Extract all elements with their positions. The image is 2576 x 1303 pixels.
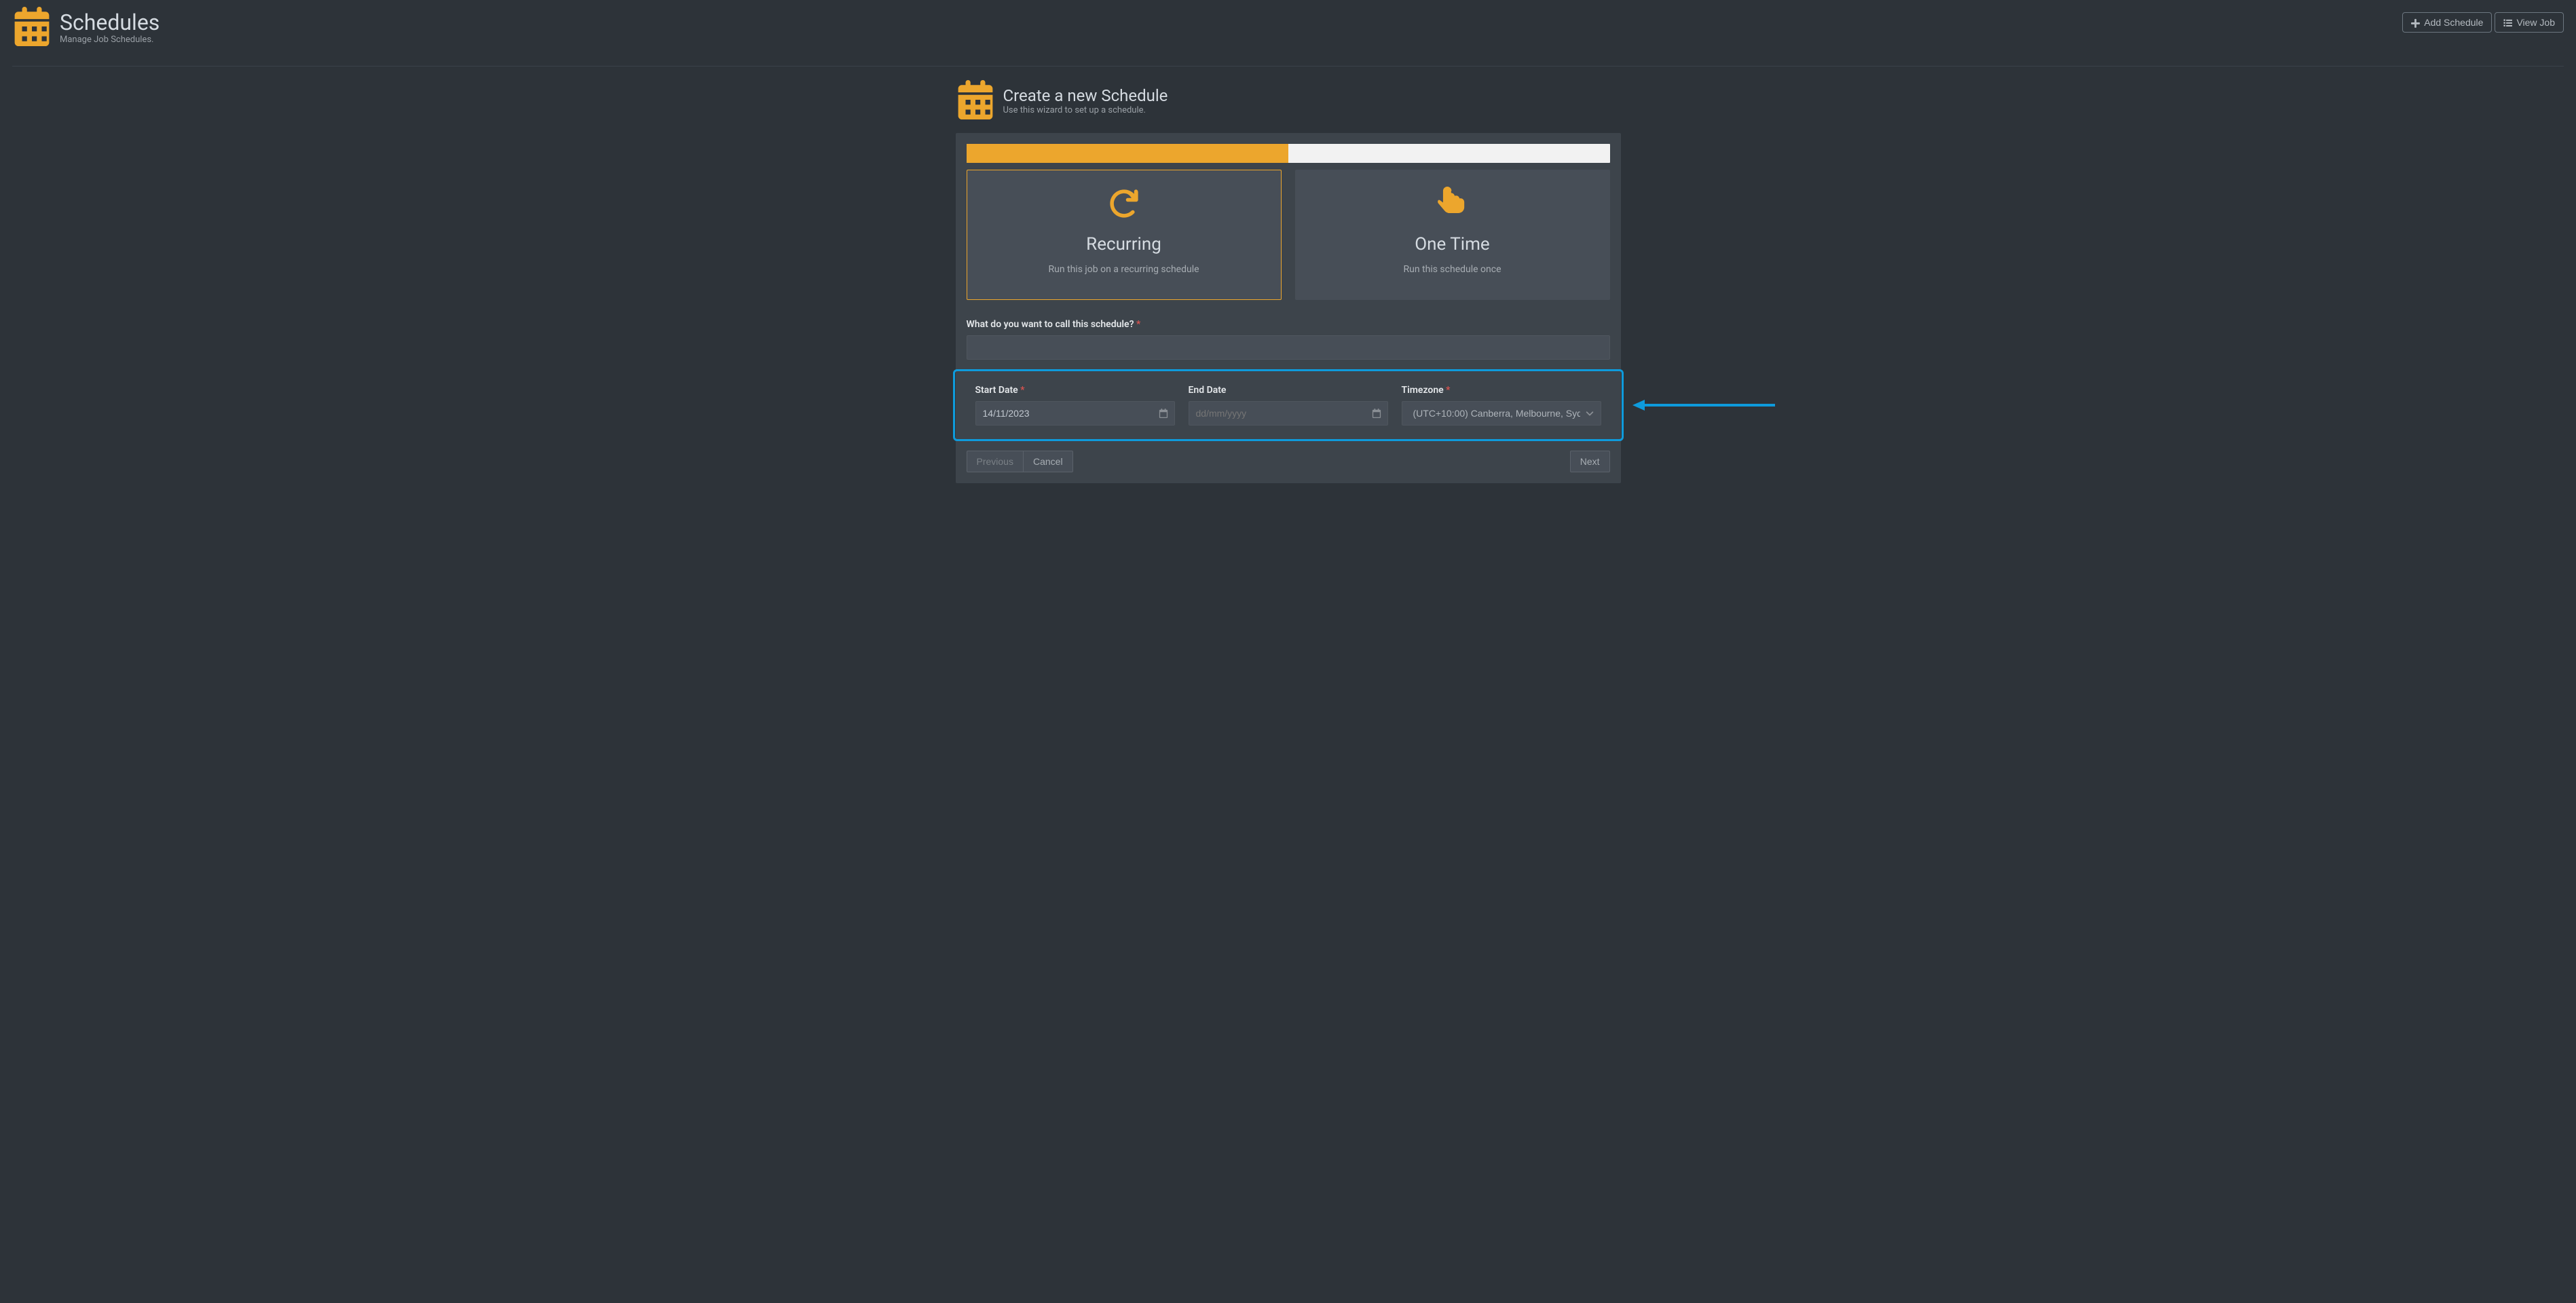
add-schedule-label: Add Schedule [2424,17,2483,28]
previous-button[interactable]: Previous [967,451,1024,472]
calendar-icon [956,80,995,122]
header-buttons: Add Schedule View Job [2402,12,2564,33]
required-marker: * [1136,319,1140,330]
next-button[interactable]: Next [1570,451,1610,472]
timezone-select[interactable]: (UTC+10:00) Canberra, Melbourne, Sydney [1402,401,1601,426]
start-date-input[interactable] [975,401,1175,426]
end-date-label: End Date [1189,385,1388,396]
page-header: Schedules Manage Job Schedules. Add Sche… [12,7,2564,67]
view-job-label: View Job [2516,17,2555,28]
arrow-annotation [1632,398,1775,412]
option-recurring-desc: Run this job on a recurring schedule [978,264,1270,275]
title-block: Schedules Manage Job Schedules. [12,7,160,49]
option-onetime-desc: Run this schedule once [1307,264,1599,275]
required-marker: * [1446,385,1450,396]
cancel-button[interactable]: Cancel [1024,451,1073,472]
page-subtitle: Manage Job Schedules. [60,35,160,45]
option-recurring-title: Recurring [978,234,1270,254]
view-job-button[interactable]: View Job [2495,12,2564,33]
page-title: Schedules [60,11,160,35]
add-schedule-button[interactable]: Add Schedule [2402,12,2492,33]
option-onetime[interactable]: One Time Run this schedule once [1295,170,1610,300]
option-recurring[interactable]: Recurring Run this job on a recurring sc… [967,170,1282,300]
timezone-label: Timezone * [1402,385,1601,396]
wizard-subtitle: Use this wizard to set up a schedule. [1003,105,1168,115]
wizard-title: Create a new Schedule [1003,87,1168,105]
end-date-input[interactable] [1189,401,1388,426]
required-marker: * [1020,385,1024,396]
start-date-label: Start Date * [975,385,1175,396]
hand-pointer-icon [1438,212,1468,223]
plus-icon [2411,18,2420,27]
progress-bar [967,144,1610,163]
wizard-header: Create a new Schedule Use this wizard to… [956,80,1621,122]
option-onetime-title: One Time [1307,234,1599,254]
calendar-icon [12,7,52,49]
wizard-panel: Recurring Run this job on a recurring sc… [956,133,1621,483]
progress-fill [967,144,1288,163]
highlight-box: Start Date * End Date [953,369,1624,441]
rotate-icon [1109,212,1139,223]
schedule-name-label: What do you want to call this schedule? … [967,319,1610,330]
schedule-name-input[interactable] [967,335,1610,360]
list-icon [2503,18,2512,27]
